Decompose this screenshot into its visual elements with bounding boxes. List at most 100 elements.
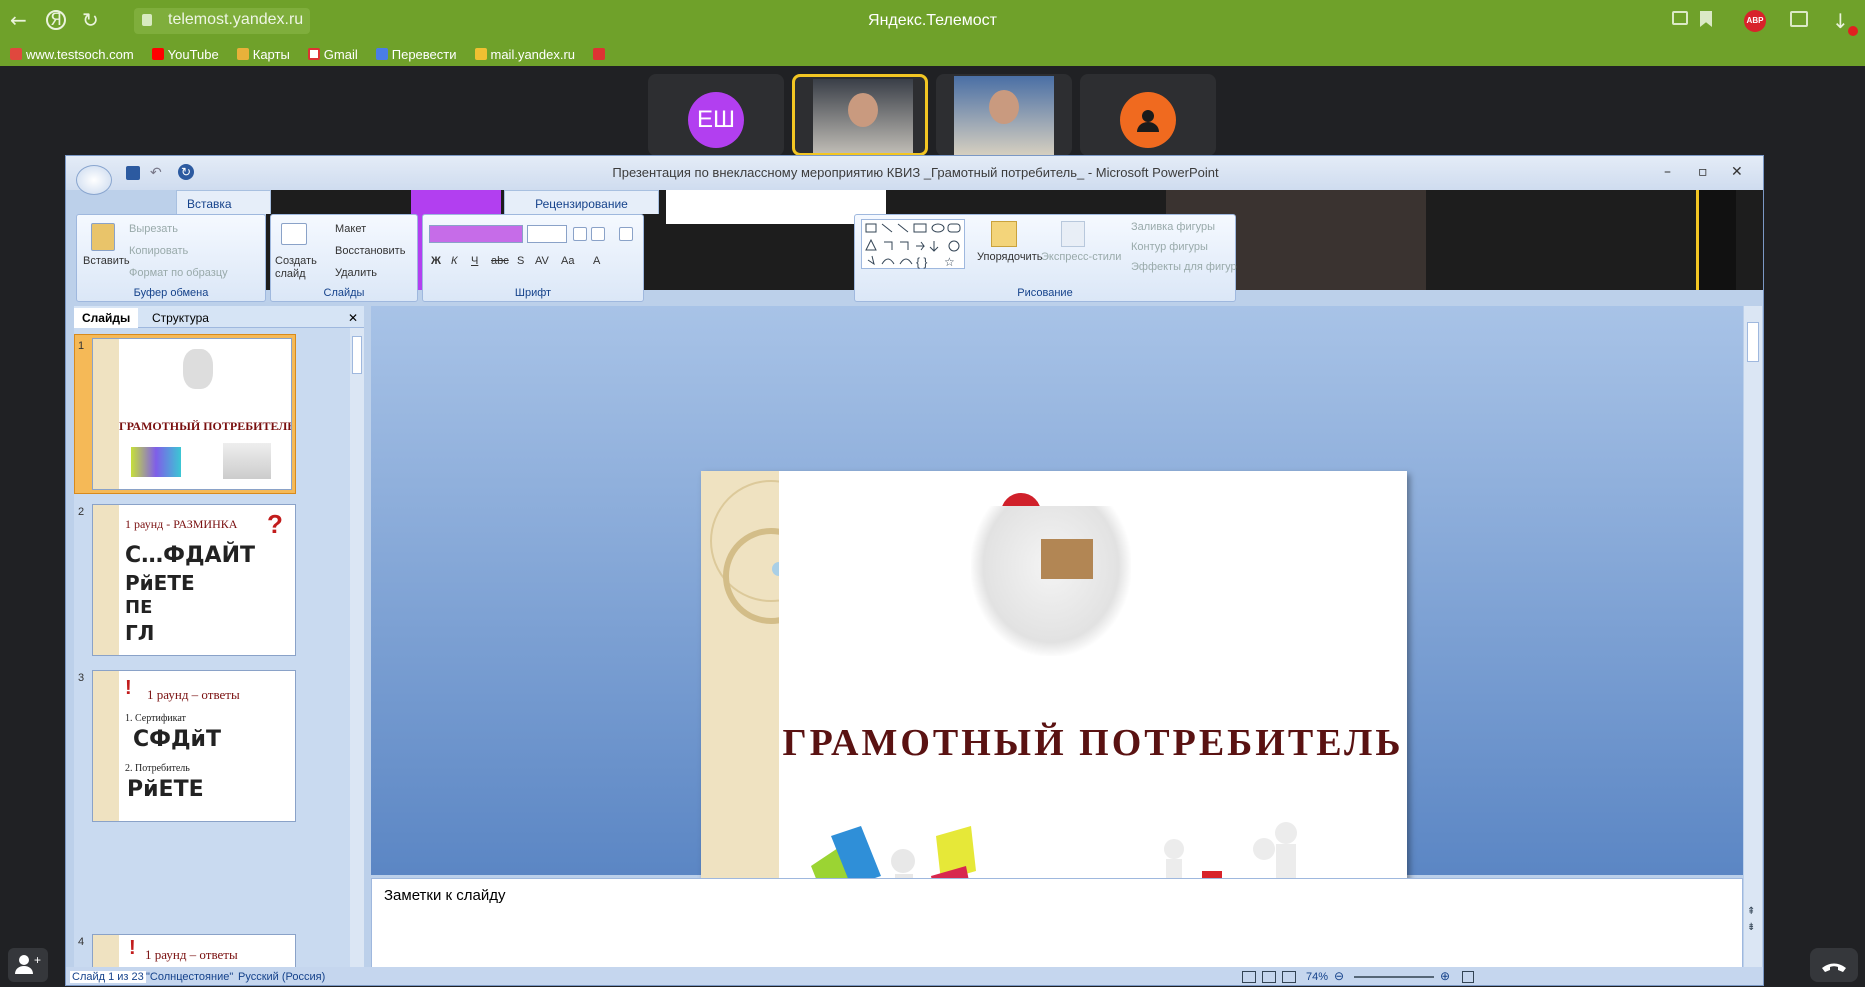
clear-format-icon[interactable] xyxy=(619,227,633,241)
group-font: Ж К Ч abc S AV Aa A Шрифт xyxy=(422,214,644,302)
layout-button[interactable]: Макет xyxy=(335,223,366,235)
bookmark-mail-yandex[interactable]: mail.yandex.ru xyxy=(474,47,575,62)
prev-slide-icon[interactable]: ⇞ xyxy=(1747,906,1755,917)
slide-counter: Слайд 1 из 23 xyxy=(70,971,146,983)
tab-slides[interactable]: Слайды xyxy=(74,308,139,328)
tabs-icon[interactable] xyxy=(1672,11,1688,25)
thumbnail-slide-2[interactable]: 1 раунд - РАЗМИНКА ? С…ФДАЙТ РйЕТЕ ПЕ ГЛ xyxy=(92,504,296,656)
zoom-out-icon[interactable]: ⊖ xyxy=(1334,969,1344,983)
tab-review[interactable]: Рецензирование xyxy=(504,190,659,214)
fit-window-icon[interactable] xyxy=(1462,971,1474,983)
thumb-number: 3 xyxy=(78,672,85,684)
notes-placeholder[interactable]: Заметки к слайду xyxy=(384,887,506,904)
close-icon[interactable]: ✕ xyxy=(1731,164,1743,180)
new-slide-button[interactable]: Создать слайд xyxy=(275,255,319,281)
thumbnail-slide-1[interactable]: ГРАМОТНЫЙ ПОТРЕБИТЕЛЬ xyxy=(92,338,292,490)
participant-tile[interactable] xyxy=(1080,74,1216,156)
next-slide-icon[interactable]: ⇟ xyxy=(1747,922,1755,933)
minimize-icon[interactable]: – xyxy=(1664,164,1671,180)
download-icon[interactable]: ↓ xyxy=(1832,9,1849,33)
participant-tile-active[interactable] xyxy=(792,74,928,156)
arrange-icon xyxy=(991,221,1017,247)
adblock-icon[interactable]: ABP xyxy=(1744,10,1766,32)
delete-button[interactable]: Удалить xyxy=(335,267,377,279)
shape-effects-button[interactable]: Эффекты для фигур xyxy=(1131,261,1237,273)
tab-insert[interactable]: Вставка xyxy=(176,190,271,214)
ribbon: Вставить Вырезать Копировать Формат по о… xyxy=(76,214,1456,302)
cart-image xyxy=(223,443,271,479)
paste-button[interactable]: Вставить xyxy=(83,255,130,267)
avatar: ЕШ xyxy=(688,92,744,148)
quick-styles-icon xyxy=(1061,221,1085,247)
format-painter-button[interactable]: Формат по образцу xyxy=(129,267,228,279)
shape-outline-button[interactable]: Контур фигуры xyxy=(1131,241,1208,253)
thumb-number: 4 xyxy=(78,936,85,948)
underline-icon[interactable]: Ч xyxy=(471,255,478,267)
participant-tile[interactable]: ЕШ xyxy=(648,74,784,156)
bookmark-testsoch[interactable]: www.testsoch.com xyxy=(10,47,134,62)
language[interactable]: Русский (Россия) xyxy=(238,971,325,983)
shape-fill-button[interactable]: Заливка фигуры xyxy=(1131,221,1215,233)
pane-close-icon[interactable]: ✕ xyxy=(340,308,366,328)
notes-pane[interactable]: Заметки к слайду xyxy=(371,878,1743,980)
maximize-icon[interactable]: ▫ xyxy=(1698,164,1708,180)
powerpoint-window: Презентация по внеклассному мероприятию … xyxy=(65,155,1764,986)
scroll-thumb[interactable] xyxy=(352,336,362,374)
bookmark-maps[interactable]: Карты xyxy=(236,47,290,62)
add-participant-button[interactable]: + xyxy=(8,948,48,982)
thumb-strip xyxy=(93,505,119,655)
notification-dot xyxy=(1848,26,1858,36)
bookmark-youtube[interactable]: YouTube xyxy=(151,47,219,62)
participant-tile[interactable] xyxy=(936,74,1072,156)
bookmark-extra[interactable] xyxy=(593,48,606,60)
phone-icon xyxy=(1822,963,1846,972)
rebus-line: РйЕТЕ xyxy=(127,777,204,802)
zoom-slider[interactable] xyxy=(1354,976,1434,978)
maps-icon xyxy=(236,48,249,60)
grow-font-icon[interactable] xyxy=(573,227,587,241)
slideshow-icon[interactable] xyxy=(1282,971,1296,983)
hangup-button[interactable] xyxy=(1810,948,1858,982)
sorter-view-icon[interactable] xyxy=(1262,971,1276,983)
testsoch-icon xyxy=(10,48,22,60)
thumbs-scrollbar[interactable] xyxy=(350,328,364,980)
tab-outline[interactable]: Структура xyxy=(144,308,217,328)
ribbon-tabs: Вставка Рецензирование xyxy=(66,190,1763,290)
bold-icon[interactable]: Ж xyxy=(431,255,441,267)
arrange-button[interactable]: Упорядочить xyxy=(977,251,1042,263)
shapes-gallery[interactable]: { } ☆ xyxy=(861,219,965,269)
save-icon[interactable] xyxy=(126,166,140,180)
reset-button[interactable]: Восстановить xyxy=(335,245,405,257)
cut-button[interactable]: Вырезать xyxy=(129,223,178,235)
copy-button[interactable]: Копировать xyxy=(129,245,188,257)
spacing-icon[interactable]: AV xyxy=(535,255,549,267)
shrink-font-icon[interactable] xyxy=(591,227,605,241)
collections-icon[interactable] xyxy=(1790,11,1808,27)
quick-styles-button[interactable]: Экспресс-стили xyxy=(1041,251,1121,263)
zoom-in-icon[interactable]: ⊕ xyxy=(1440,969,1450,983)
slide-title[interactable]: ГРАМОТНЫЙ ПОТРЕБИТЕЛЬ xyxy=(779,721,1407,765)
undo-icon[interactable]: ↶ xyxy=(150,164,162,181)
zoom-level[interactable]: 74% xyxy=(1306,971,1328,983)
italic-icon[interactable]: К xyxy=(451,255,457,267)
font-size-select[interactable] xyxy=(527,225,567,243)
bookmark-translate[interactable]: Перевести xyxy=(375,47,457,62)
editor-scrollbar[interactable]: ⇞ ⇟ xyxy=(1744,306,1762,980)
redo-icon[interactable]: ↻ xyxy=(178,164,194,180)
thumb-number: 2 xyxy=(78,506,85,518)
decor-circles xyxy=(710,480,832,624)
slide-editor[interactable]: ГРАМОТНЫЙ ПОТРЕБИТЕЛЬ xyxy=(371,306,1743,985)
normal-view-icon[interactable] xyxy=(1242,971,1256,983)
strikethrough-icon[interactable]: abc xyxy=(491,255,509,267)
case-icon[interactable]: Aa xyxy=(561,255,574,267)
thumb-title: 1 раунд – ответы xyxy=(145,947,238,962)
shadow-icon[interactable]: S xyxy=(517,255,524,267)
slide-thumbnails[interactable]: 1 ГРАМОТНЫЙ ПОТРЕБИТЕЛЬ 2 1 раунд - РАЗМ… xyxy=(74,328,364,980)
thumbnail-slide-3[interactable]: ! 1 раунд – ответы 1. Сертификат СФДйТ 2… xyxy=(92,670,296,822)
scroll-thumb[interactable] xyxy=(1747,322,1759,362)
thumb-title: 1 раунд - РАЗМИНКА xyxy=(125,517,238,531)
bookmark-gmail[interactable]: Gmail xyxy=(307,47,358,62)
font-color-icon[interactable]: A xyxy=(593,255,600,267)
answer-line: 2. Потребитель xyxy=(125,763,190,774)
font-name-select[interactable] xyxy=(429,225,523,243)
